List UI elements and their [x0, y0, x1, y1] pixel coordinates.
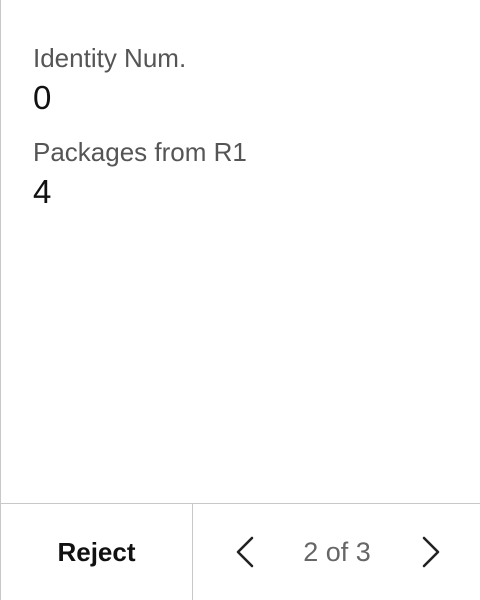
- previous-page-button[interactable]: [221, 528, 269, 576]
- chevron-left-icon: [236, 536, 254, 568]
- field-list: Identity Num. 0 Packages from R1 4: [33, 40, 456, 228]
- action-footer: Reject 2 of 3: [1, 503, 480, 600]
- field-label: Packages from R1: [33, 137, 247, 167]
- page-indicator: 2 of 3: [303, 537, 371, 567]
- field-packages-from-r1: Packages from R1 4: [33, 134, 456, 214]
- field-identity-num: Identity Num. 0: [33, 40, 456, 120]
- reject-button[interactable]: Reject: [1, 504, 193, 600]
- pagination: 2 of 3: [193, 504, 480, 600]
- next-page-button[interactable]: [407, 528, 455, 576]
- detail-panel: Identity Num. 0 Packages from R1 4 Rejec…: [0, 0, 480, 600]
- field-value: 4: [33, 173, 52, 210]
- field-value: 0: [33, 79, 52, 116]
- field-label: Identity Num.: [33, 43, 187, 73]
- chevron-right-icon: [422, 536, 440, 568]
